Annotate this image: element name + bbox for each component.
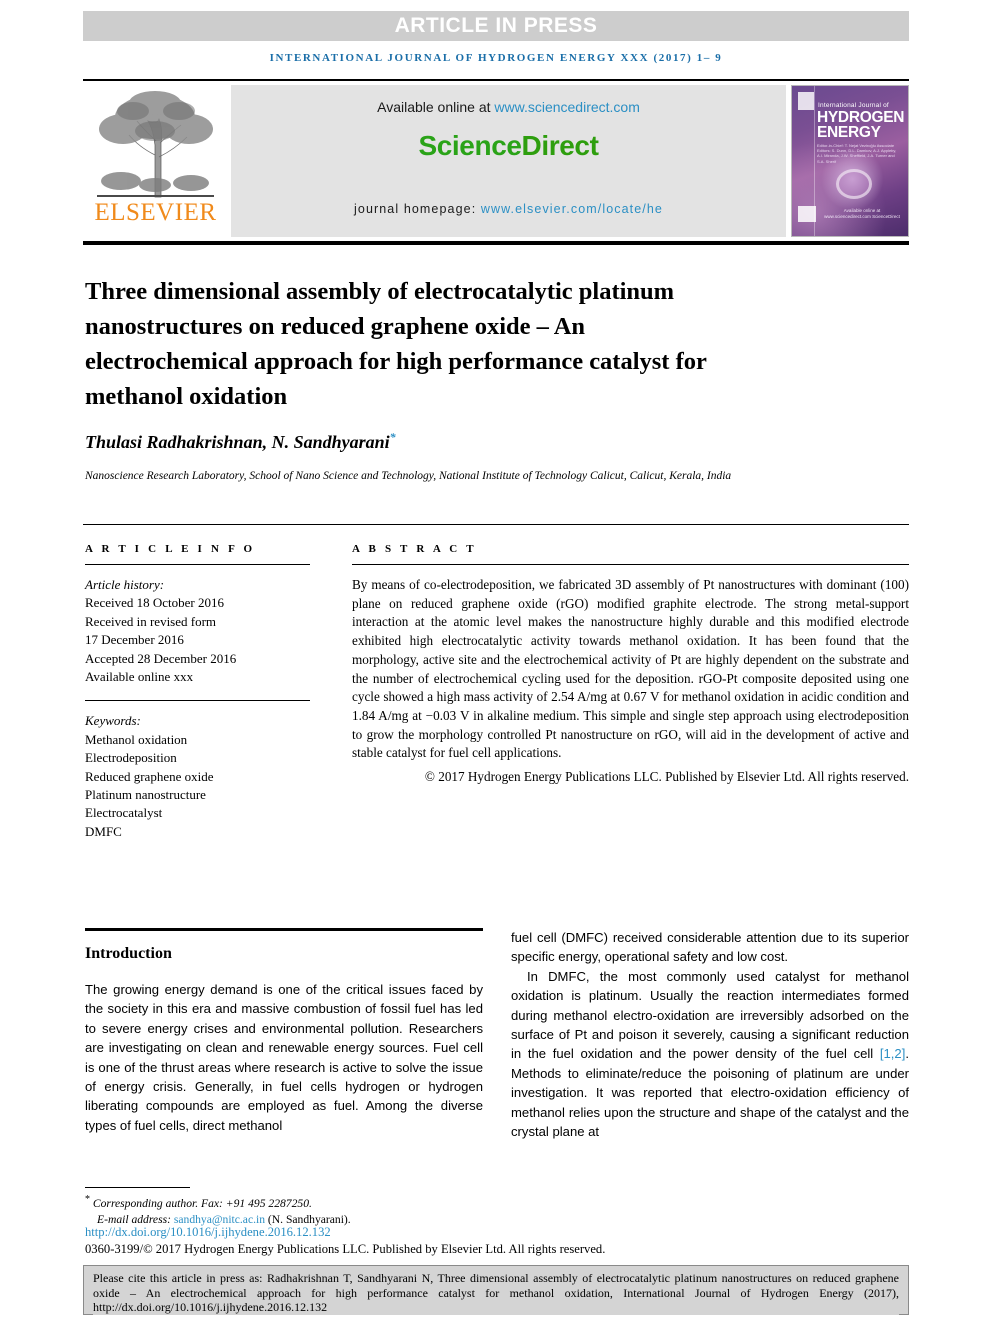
doi-line[interactable]: http://dx.doi.org/10.1016/j.ijhydene.201… (85, 1225, 331, 1240)
intro-right-column: fuel cell (DMFC) received considerable a… (511, 928, 909, 1141)
masthead-top-rule (83, 79, 909, 81)
info-section-top-rule (83, 524, 909, 525)
affiliation: Nanoscience Research Laboratory, School … (85, 470, 732, 482)
journal-cover-thumbnail: International Journal of HYDROGEN ENERGY… (791, 85, 909, 237)
sciencedirect-part2: Direct (521, 130, 599, 161)
cover-society-badge-icon (798, 206, 816, 222)
article-info-heading: A R T I C L E I N F O (85, 543, 256, 555)
journal-homepage-link[interactable]: www.elsevier.com/locate/he (481, 202, 663, 216)
article-page: ARTICLE IN PRESS INTERNATIONAL JOURNAL O… (0, 0, 992, 1323)
journal-homepage-line: journal homepage: www.elsevier.com/locat… (231, 202, 786, 216)
corresponding-author-note: * Corresponding author. Fax: +91 495 228… (85, 1192, 615, 1212)
cover-sciencedirect-tag: Available online at www.sciencedirect.co… (824, 208, 900, 219)
intro-paragraph-1-continued: fuel cell (DMFC) received considerable a… (511, 930, 909, 965)
cover-ring-graphic (836, 169, 872, 199)
intro-heading: Introduction (85, 945, 172, 962)
article-in-press-label: ARTICLE IN PRESS (394, 14, 598, 37)
article-info-column: A R T I C L E I N F O Article history: R… (85, 543, 310, 841)
masthead: ELSEVIER Available online at www.science… (83, 85, 909, 237)
keywords-separator-rule (85, 700, 310, 702)
sciencedirect-wordmark: ScienceDirect (231, 130, 786, 162)
keyword-item: Electrodeposition (85, 750, 177, 766)
cover-publisher-badge-icon (798, 92, 814, 110)
elsevier-logo: ELSEVIER (93, 85, 218, 237)
citation-reference-1-2[interactable]: [1,2] (880, 1046, 905, 1061)
cover-journal-kicker: International Journal of (818, 102, 889, 109)
article-history-label: Article history: (85, 577, 165, 592)
email-label: E-mail address: (97, 1212, 174, 1226)
abstract-heading: A B S T R A C T (352, 543, 477, 555)
email-link[interactable]: sandhya@nitc.ac.in (174, 1213, 265, 1226)
keyword-item: Platinum nanostructure (85, 787, 206, 803)
available-online-line: Available online at www.sciencedirect.co… (231, 99, 786, 115)
corresponding-author-text: Corresponding author. Fax: +91 495 22872… (92, 1196, 312, 1210)
intro-top-rule (85, 928, 483, 931)
running-head: INTERNATIONAL JOURNAL OF HYDROGEN ENERGY… (269, 52, 723, 64)
issn-copyright-line: 0360-3199/© 2017 Hydrogen Energy Publica… (85, 1242, 606, 1256)
keyword-item: DMFC (85, 823, 122, 839)
available-online-prefix: Available online at (377, 99, 495, 115)
keywords-label: Keywords: (85, 713, 141, 729)
keyword-item: Reduced graphene oxide (85, 768, 214, 784)
elsevier-tree-icon (97, 91, 214, 198)
article-in-press-banner: ARTICLE IN PRESS (83, 11, 909, 41)
history-item: Accepted 28 December 2016 (85, 650, 237, 666)
cover-editor-block: Editor-in-Chief: T. Nejat Veziroğlu Asso… (817, 143, 897, 164)
intro-paragraph-1: The growing energy demand is one of the … (85, 982, 483, 1133)
author-names: Thulasi Radhakrishnan, N. Sandhyarani (85, 432, 390, 452)
article-history-block: Article history: Received 18 October 201… (85, 576, 310, 686)
article-info-rule (85, 564, 310, 565)
keyword-item: Electrocatalyst (85, 805, 163, 821)
keyword-item: Methanol oxidation (85, 731, 188, 747)
abstract-column: A B S T R A C T By means of co-electrode… (352, 543, 909, 787)
cover-title-line2: ENERGY (817, 124, 881, 141)
email-suffix: (N. Sandhyarani). (265, 1212, 351, 1226)
intro-paragraph-2-part-a: In DMFC, the most commonly used catalyst… (511, 968, 909, 1062)
sciencedirect-part1: Science (418, 130, 522, 161)
sciencedirect-link[interactable]: www.sciencedirect.com (494, 99, 640, 115)
corresponding-author-marker: * (389, 430, 396, 444)
keywords-block: Keywords: Methanol oxidation Electrodepo… (85, 712, 310, 841)
intro-right-body: fuel cell (DMFC) received considerable a… (511, 928, 909, 1141)
sciencedirect-panel: Available online at www.sciencedirect.co… (231, 85, 786, 237)
history-item: Received 18 October 2016 (85, 595, 224, 611)
cite-this-article-text: Please cite this article in press as: Ra… (93, 1271, 899, 1315)
cite-this-article-box: Please cite this article in press as: Ra… (83, 1265, 909, 1315)
abstract-text: By means of co-electrodeposition, we fab… (352, 577, 909, 761)
masthead-bottom-rule (83, 241, 909, 245)
history-item: Available online xxx (85, 669, 194, 685)
author-list: Thulasi Radhakrishnan, N. Sandhyarani* (85, 430, 885, 453)
intro-left-column: Introduction The growing energy demand i… (85, 928, 483, 1135)
footnote-block: * Corresponding author. Fax: +91 495 228… (85, 1192, 615, 1227)
footnote-marker: * (85, 1194, 90, 1205)
elsevier-wordmark: ELSEVIER (94, 199, 217, 226)
history-item: 17 December 2016 (85, 632, 184, 648)
footnote-rule (85, 1187, 190, 1188)
page-title: Three dimensional assembly of electrocat… (85, 278, 707, 411)
intro-paragraph-2: In DMFC, the most commonly used catalyst… (511, 967, 909, 1142)
journal-homepage-prefix: journal homepage: (354, 202, 481, 216)
cover-title-line1: HYDROGEN (817, 109, 905, 126)
history-item: Received in revised form (85, 613, 217, 629)
abstract-copyright: © 2017 Hydrogen Energy Publications LLC.… (424, 769, 909, 785)
abstract-rule (352, 564, 909, 565)
